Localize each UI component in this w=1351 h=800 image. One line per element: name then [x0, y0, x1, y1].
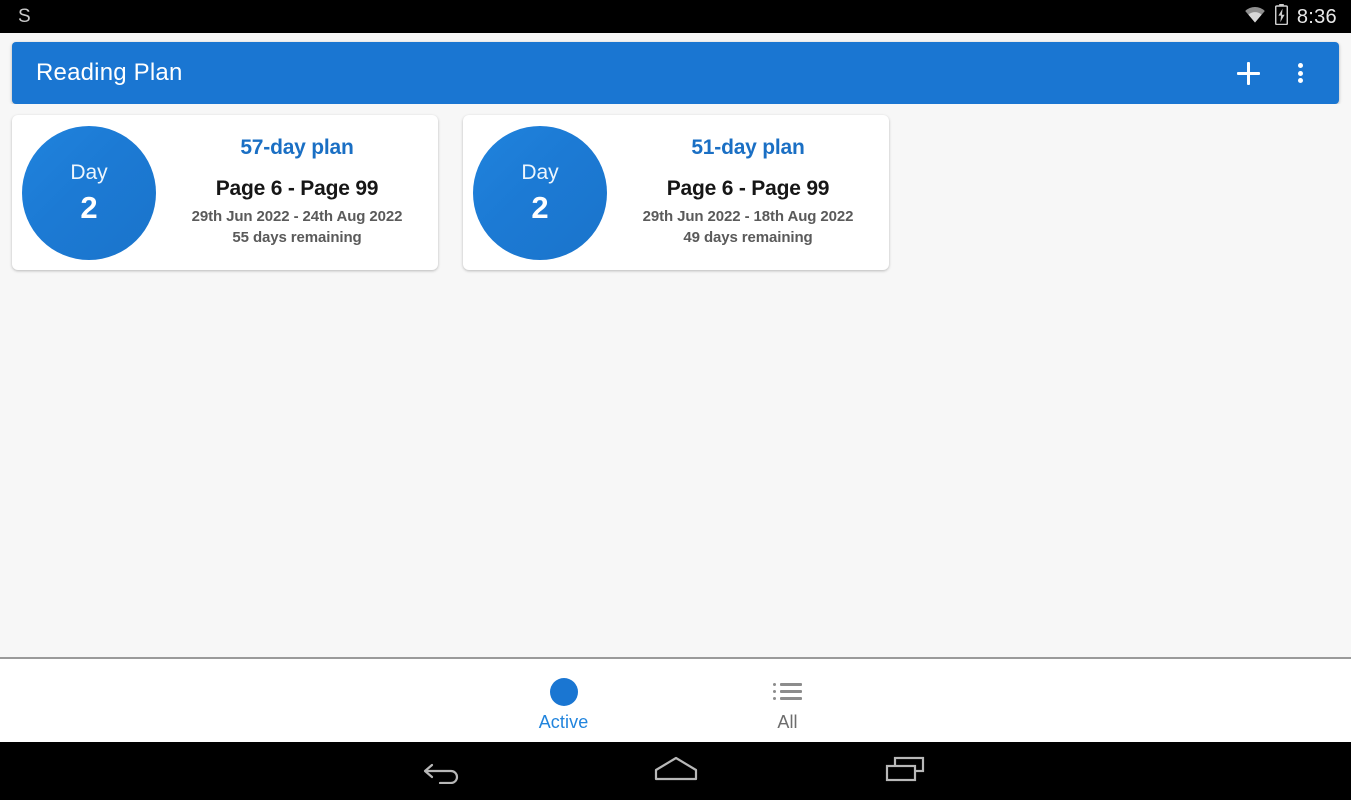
plan-card-text: 57-day plan Page 6 - Page 99 29th Jun 20…: [156, 137, 438, 248]
plan-list-area: Day 2 57-day plan Page 6 - Page 99 29th …: [0, 104, 1351, 657]
day-badge-label: Day: [70, 161, 108, 184]
status-bar-left-letter: S: [18, 6, 31, 27]
system-recents-button[interactable]: [876, 748, 936, 794]
plan-card-text: 51-day plan Page 6 - Page 99 29th Jun 20…: [607, 137, 889, 248]
system-back-button[interactable]: [416, 748, 476, 794]
app-bar-actions: [1225, 50, 1323, 96]
day-badge: Day 2: [473, 125, 607, 260]
android-screen: S 8:36 Reading Plan Day 2 57-day plan Pa…: [0, 0, 1351, 800]
bottom-nav-label-all: All: [777, 711, 798, 732]
plan-page-range: Page 6 - Page 99: [666, 177, 830, 201]
plan-title: 57-day plan: [240, 136, 354, 160]
plan-days-remaining: 49 days remaining: [683, 228, 813, 246]
plan-date-range: 29th Jun 2022 - 18th Aug 2022: [642, 208, 854, 226]
add-plan-button[interactable]: [1225, 50, 1271, 96]
plan-date-range: 29th Jun 2022 - 24th Aug 2022: [191, 208, 403, 226]
plan-card[interactable]: Day 2 57-day plan Page 6 - Page 99 29th …: [12, 115, 438, 270]
wifi-icon: [1244, 6, 1266, 28]
day-badge: Day 2: [22, 125, 156, 260]
plan-page-range: Page 6 - Page 99: [215, 177, 379, 201]
plan-card[interactable]: Day 2 51-day plan Page 6 - Page 99 29th …: [463, 115, 889, 270]
system-home-button[interactable]: [646, 748, 706, 794]
app-bar: Reading Plan: [12, 42, 1339, 104]
bottom-nav-item-active[interactable]: Active: [452, 659, 676, 742]
system-navigation-bar: [0, 742, 1351, 800]
day-badge-label: Day: [521, 161, 559, 184]
bottom-nav-label-active: Active: [538, 711, 589, 732]
day-badge-number: 2: [531, 190, 549, 225]
page-title: Reading Plan: [36, 59, 183, 86]
status-bar: S 8:36: [0, 0, 1351, 33]
back-arrow-icon: [423, 754, 469, 789]
list-icon: [772, 675, 803, 709]
bottom-navigation: Active All: [0, 657, 1351, 742]
plus-icon: [1236, 61, 1260, 85]
plan-title: 51-day plan: [691, 136, 805, 160]
filled-circle-icon: [549, 675, 578, 709]
plan-days-remaining: 55 days remaining: [232, 228, 362, 246]
battery-charging-icon: [1274, 3, 1288, 30]
overflow-menu-button[interactable]: [1277, 50, 1323, 96]
status-bar-right-group: 8:36: [1244, 3, 1339, 30]
plan-cards-row: Day 2 57-day plan Page 6 - Page 99 29th …: [12, 115, 1351, 270]
bottom-nav-item-all[interactable]: All: [676, 659, 900, 742]
day-badge-number: 2: [80, 190, 98, 225]
more-vertical-icon: [1297, 61, 1303, 86]
status-bar-clock: 8:36: [1296, 5, 1337, 28]
home-icon: [650, 753, 702, 790]
recents-icon: [883, 753, 929, 790]
